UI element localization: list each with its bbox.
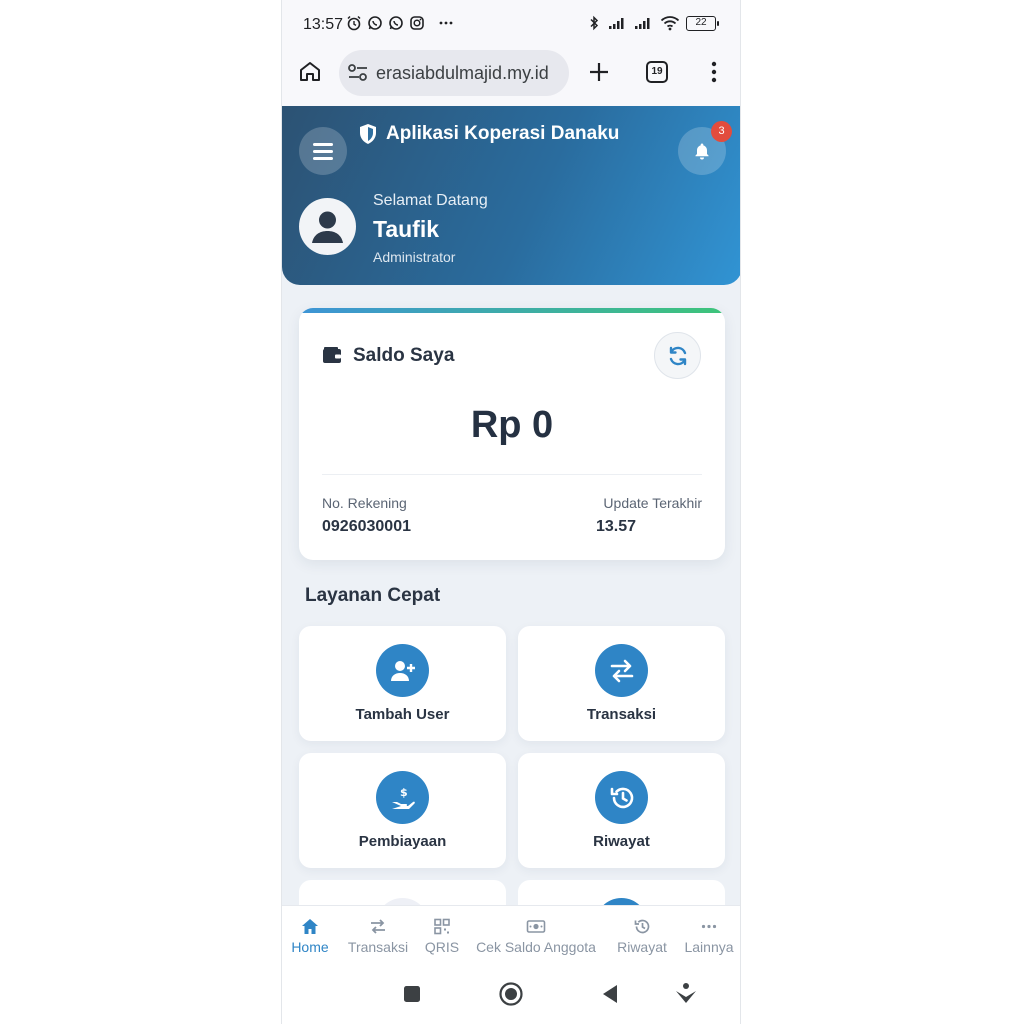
service-history[interactable]: Riwayat [518, 753, 725, 868]
nav-lainnya[interactable]: Lainnya [680, 906, 738, 966]
nav-transaksi[interactable]: Transaksi [342, 906, 414, 966]
refresh-icon [669, 346, 687, 366]
battery-icon: 22 [686, 15, 719, 31]
account-number-label: No. Rekening [322, 495, 407, 511]
balance-title: Saldo Saya [353, 345, 455, 366]
menu-button[interactable] [299, 127, 347, 175]
nav-riwayat[interactable]: Riwayat [611, 906, 673, 966]
new-tab-icon[interactable] [587, 60, 611, 84]
browser-home-icon[interactable] [298, 59, 322, 83]
recents-icon[interactable] [402, 983, 422, 1005]
more-notifications-icon [439, 21, 453, 25]
bottom-navigation: Home Transaksi QRIS Cek Saldo Anggota Ri… [282, 905, 740, 966]
bell-icon [695, 143, 709, 160]
qr-icon [434, 918, 450, 935]
money-icon [526, 920, 546, 933]
hand-dollar-icon: $ [376, 771, 429, 824]
menu-icon [313, 143, 333, 146]
whatsapp-business-icon [389, 16, 403, 30]
nav-qris[interactable]: QRIS [420, 906, 464, 966]
user-name: Taufik [373, 216, 440, 242]
history-icon [595, 771, 648, 824]
signal-2-icon [635, 18, 650, 29]
browser-toolbar: erasiabdulmajid.my.id 19 [282, 50, 740, 106]
bluetooth-icon [590, 15, 599, 31]
back-icon[interactable] [600, 983, 620, 1005]
balance-card: Saldo Saya Rp 0 No. Rekening 0926030001 … [299, 308, 725, 560]
service-label: Transaksi [586, 706, 657, 723]
notification-badge: 3 [711, 121, 732, 142]
site-settings-icon[interactable] [347, 62, 369, 84]
divider [322, 474, 702, 475]
avatar [299, 198, 356, 255]
phone-screen: 13:57 22 erasiabdulmajid.my.id 19 Aplika… [281, 0, 741, 1024]
nav-cek-saldo-anggota[interactable]: Cek Saldo Anggota [470, 906, 602, 966]
browser-menu-icon[interactable] [704, 60, 724, 84]
service-label: Pembiayaan [358, 833, 447, 850]
svg-text:$: $ [400, 786, 408, 799]
url-text[interactable]: erasiabdulmajid.my.id [376, 63, 564, 84]
nav-home[interactable]: Home [286, 906, 334, 966]
last-update-value: 13.57 [596, 518, 637, 535]
history-icon [634, 919, 650, 934]
address-bar[interactable]: erasiabdulmajid.my.id [339, 50, 569, 96]
service-label: Riwayat [593, 833, 650, 850]
tab-switcher-button[interactable]: 19 [646, 61, 668, 83]
user-plus-icon [376, 644, 429, 697]
more-icon [701, 924, 717, 929]
app-header: Aplikasi Koperasi Danaku 3 Selamat Datan… [282, 106, 740, 285]
account-number: 0926030001 [322, 518, 411, 535]
service-add-user[interactable]: Tambah User [299, 626, 506, 741]
status-system-icons: 22 [586, 15, 719, 31]
exchange-icon [595, 644, 648, 697]
shield-icon [360, 124, 376, 144]
status-notification-icons [346, 15, 454, 31]
balance-card-accent [299, 308, 725, 313]
quick-services-title: Layanan Cepat [305, 585, 441, 606]
user-role: Administrator [373, 249, 456, 265]
welcome-text: Selamat Datang [373, 192, 488, 209]
instagram-icon [410, 16, 424, 30]
exchange-icon [371, 919, 385, 934]
alarm-icon [347, 15, 361, 31]
balance-amount: Rp 0 [470, 404, 554, 446]
last-update-label: Update Terakhir [603, 495, 702, 511]
system-navigation-bar [282, 965, 740, 1024]
assistant-icon[interactable] [674, 981, 698, 1005]
status-bar: 13:57 22 [282, 0, 740, 50]
signal-icon [609, 18, 624, 29]
user-avatar-icon [312, 211, 343, 243]
home-icon [302, 919, 318, 934]
wallet-icon [323, 347, 341, 363]
service-transaction[interactable]: Transaksi [518, 626, 725, 741]
whatsapp-icon [368, 16, 382, 30]
wifi-icon [660, 16, 680, 31]
app-title: Aplikasi Koperasi Danaku [386, 123, 620, 144]
status-time: 13:57 [303, 16, 344, 33]
service-financing[interactable]: $ Pembiayaan [299, 753, 506, 868]
system-home-icon[interactable] [498, 981, 524, 1007]
app-title-group: Aplikasi Koperasi Danaku [358, 123, 619, 145]
refresh-balance-button[interactable] [654, 332, 701, 379]
service-label: Tambah User [355, 706, 450, 723]
